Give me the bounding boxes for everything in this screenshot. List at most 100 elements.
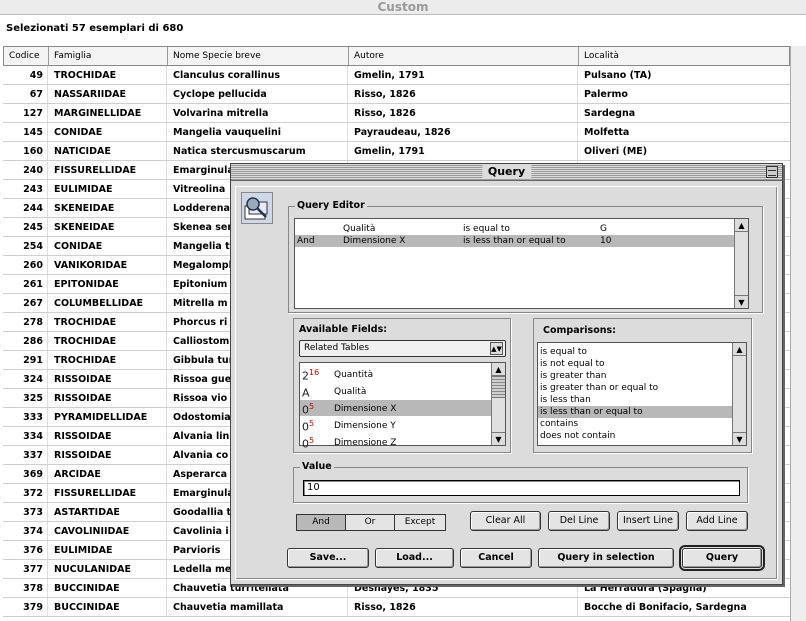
save-button[interactable]: Save... xyxy=(287,548,369,568)
comparison-item[interactable]: does not contain xyxy=(538,430,732,442)
insert-line-button[interactable]: Insert Line xyxy=(617,511,679,531)
table-row[interactable]: 127 MARGINELLIDAE Volvarina mitrella Risso,… xyxy=(3,104,790,123)
query-line-field: Dimensione X xyxy=(343,236,406,246)
table-cell: 49 xyxy=(29,70,43,81)
table-cell: RISSOIDAE xyxy=(47,370,166,388)
table-row[interactable]: 379 BUCCINIDAE Chauvetia mamillata Risso, 1… xyxy=(3,598,790,617)
query-button[interactable]: Query xyxy=(679,545,765,571)
comparison-item[interactable]: is equal to xyxy=(538,346,732,358)
table-cell: 379 xyxy=(23,602,43,613)
comparison-item[interactable]: is less than or equal to xyxy=(538,406,732,418)
cancel-button[interactable]: Cancel xyxy=(460,548,532,568)
query-line-value: G xyxy=(600,224,607,234)
comparison-item[interactable]: is greater than or equal to xyxy=(538,382,732,394)
window-title[interactable]: Custom xyxy=(0,0,806,15)
table-cell: 244 xyxy=(23,203,43,214)
comparison-item[interactable]: is less than xyxy=(538,394,732,406)
table-cell: CONIDAE xyxy=(47,123,166,141)
query-line[interactable]: And Dimensione X is less than or equal to 1… xyxy=(295,235,734,247)
table-cell: VANIKORIDAE xyxy=(47,256,166,274)
query-in-selection-button[interactable]: Query in selection xyxy=(538,548,674,568)
table-cell: 325 xyxy=(23,393,43,404)
comparison-item[interactable]: is greater than xyxy=(538,370,732,382)
table-cell: 372 xyxy=(23,488,43,499)
scroll-up-arrow-icon[interactable]: ▲ xyxy=(735,219,748,232)
available-fields-list[interactable]: 05 Dimensione Z 05 Dimensione Y 05 Dimensione… xyxy=(299,362,506,450)
field-item[interactable]: 216 Quantità xyxy=(300,366,492,382)
column-header-autore[interactable]: Autore xyxy=(348,47,578,65)
and-button[interactable]: And xyxy=(296,514,346,531)
comparisons-list[interactable]: does not contain contains is less than or … xyxy=(537,342,747,446)
del-line-button[interactable]: Del Line xyxy=(548,511,610,531)
field-item[interactable]: A Qualità xyxy=(300,383,492,399)
table-cell: BUCCINIDAE xyxy=(47,598,166,616)
table-cell: NUCULANIDAE xyxy=(47,560,166,578)
fields-scroll-thumb[interactable] xyxy=(492,376,505,398)
clear-all-button[interactable]: Clear All xyxy=(470,511,541,531)
table-cell: EULIMIDAE xyxy=(47,541,166,559)
scroll-up-arrow-icon[interactable]: ▲ xyxy=(492,363,505,376)
table-row[interactable]: 49 TROCHIDAE Clanculus corallinus Gmelin, 1… xyxy=(3,66,790,85)
or-button[interactable]: Or xyxy=(345,514,395,531)
table-cell: 378 xyxy=(23,583,43,594)
table-cell: SKENEIDAE xyxy=(47,199,166,217)
field-item[interactable]: 05 Dimensione Y xyxy=(300,417,492,433)
scroll-down-arrow-icon[interactable]: ▼ xyxy=(733,432,746,445)
field-type-icon: 05 xyxy=(302,418,330,434)
scroll-down-arrow-icon[interactable]: ▼ xyxy=(735,295,748,308)
column-header-famiglia[interactable]: Famiglia xyxy=(48,47,167,65)
field-type-superscript: 5 xyxy=(309,419,315,428)
field-type-glyph: 0 xyxy=(302,420,309,434)
table-row[interactable]: 160 NATICIDAE Natica stercusmuscarum Gmelin… xyxy=(3,142,790,161)
table-cell: CAVOLINIIDAE xyxy=(47,522,166,540)
table-cell: Clanculus corallinus xyxy=(166,66,347,84)
table-cell: PYRAMIDELLIDAE xyxy=(47,408,166,426)
field-item[interactable]: 05 Dimensione Z xyxy=(300,434,492,450)
comparison-item[interactable]: contains xyxy=(538,418,732,430)
field-name: Dimensione Z xyxy=(334,438,397,448)
column-header-localita[interactable]: Località xyxy=(578,47,789,65)
table-cell: NASSARIIDAE xyxy=(47,85,166,103)
table-cell: TROCHIDAE xyxy=(47,313,166,331)
field-name: Quantità xyxy=(334,370,374,380)
query-editor-list[interactable]: And Dimensione X is less than or equal to 1… xyxy=(294,218,749,309)
comparisons-scrollbar[interactable]: ▲ ▼ xyxy=(732,343,746,445)
query-dialog-title: Query xyxy=(481,165,532,179)
table-cell: 127 xyxy=(23,108,43,119)
table-cell: Natica stercusmuscarum xyxy=(166,142,347,160)
fields-scrollbar[interactable]: ▲ ▼ xyxy=(491,363,505,445)
table-scrollbar[interactable] xyxy=(790,46,806,621)
field-item[interactable]: 05 Dimensione X xyxy=(300,400,492,416)
comparison-item[interactable]: is not equal to xyxy=(538,358,732,370)
table-cell: 324 xyxy=(23,374,43,385)
value-input[interactable]: 10 xyxy=(303,480,740,496)
table-cell: Sardegna xyxy=(577,104,788,122)
add-line-button[interactable]: Add Line xyxy=(686,511,748,531)
column-header-codice[interactable]: Codice xyxy=(4,47,48,65)
related-tables-popup[interactable]: Related Tables ▲▼ xyxy=(299,340,506,357)
table-cell: 374 xyxy=(23,526,43,537)
zoom-box-icon[interactable] xyxy=(766,166,778,178)
scroll-up-arrow-icon[interactable]: ▲ xyxy=(733,343,746,356)
field-type-icon: 216 xyxy=(302,367,330,382)
load-button[interactable]: Load... xyxy=(375,548,454,568)
query-editor-scrollbar[interactable]: ▲ ▼ xyxy=(734,219,748,308)
table-row[interactable]: 67 NASSARIIDAE Cyclope pellucida Risso, 182… xyxy=(3,85,790,104)
query-dialog-titlebar[interactable]: Query xyxy=(231,164,782,181)
table-cell: Risso, 1826 xyxy=(347,104,577,122)
table-cell: Risso, 1826 xyxy=(347,598,577,616)
except-button[interactable]: Except xyxy=(394,514,446,531)
table-cell: TROCHIDAE xyxy=(47,66,166,84)
field-type-superscript: 5 xyxy=(309,436,315,445)
scroll-down-arrow-icon[interactable]: ▼ xyxy=(492,432,505,445)
table-cell: Gmelin, 1791 xyxy=(347,66,577,84)
column-header-nome-specie[interactable]: Nome Specie breve xyxy=(167,47,348,65)
query-line[interactable]: Qualità is equal to G xyxy=(295,223,734,235)
table-cell: NATICIDAE xyxy=(47,142,166,160)
table-cell: 286 xyxy=(23,336,43,347)
table-cell: Molfetta xyxy=(577,123,788,141)
table-cell: CONIDAE xyxy=(47,237,166,255)
table-row[interactable]: 145 CONIDAE Mangelia vauquelini Payraudeau,… xyxy=(3,123,790,142)
query-line-conj: And xyxy=(297,236,315,246)
table-cell: Volvarina mitrella xyxy=(166,104,347,122)
